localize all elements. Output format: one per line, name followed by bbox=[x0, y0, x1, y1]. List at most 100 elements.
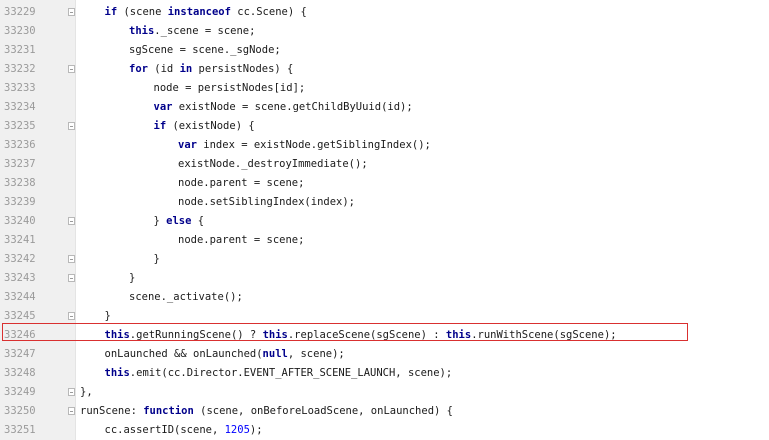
code-line[interactable]: 33238 node.parent = scene; bbox=[0, 174, 769, 193]
code-line[interactable]: 33234 var existNode = scene.getChildByUui… bbox=[0, 98, 769, 117]
code-text: cc.assertID(scene, 1205); bbox=[105, 421, 263, 440]
code-line[interactable]: 33244 scene._activate(); bbox=[0, 288, 769, 307]
code-line[interactable]: 33243} bbox=[0, 269, 769, 288]
code-line[interactable]: 33246 this.getRunningScene() ? this.repla… bbox=[0, 326, 769, 345]
fold-marker-icon[interactable] bbox=[68, 388, 75, 396]
code-token: (id bbox=[147, 63, 180, 75]
keyword-token: this bbox=[262, 329, 288, 341]
code-token: scene._activate(); bbox=[129, 291, 243, 303]
line-number: 33249 bbox=[4, 386, 36, 398]
keyword-token: this bbox=[445, 329, 472, 341]
code-text: this._scene = scene; bbox=[129, 22, 255, 41]
line-number: 33235 bbox=[4, 120, 36, 132]
code-line[interactable]: 33231 sgScene = scene._sgNode; bbox=[0, 41, 769, 60]
code-text: } bbox=[129, 269, 135, 288]
keyword-token: var bbox=[153, 101, 173, 113]
keyword-token: this bbox=[129, 25, 155, 37]
code-line[interactable]: 33249}, bbox=[0, 383, 769, 402]
code-text: onLaunched && onLaunched(null, scene); bbox=[105, 345, 345, 364]
code-token: (scene bbox=[117, 6, 168, 18]
keyword-token: this bbox=[104, 367, 130, 379]
code-token: } bbox=[153, 253, 160, 265]
code-line[interactable]: 33240 } else { bbox=[0, 212, 769, 231]
fold-marker-icon[interactable] bbox=[68, 274, 75, 282]
code-line[interactable]: 33232 for (id in persistNodes) { bbox=[0, 60, 769, 79]
line-number: 33240 bbox=[4, 215, 36, 227]
keyword-token: null bbox=[262, 348, 288, 360]
code-token: } bbox=[129, 272, 136, 284]
fold-marker-icon[interactable] bbox=[68, 8, 75, 16]
line-number: 33243 bbox=[4, 272, 36, 284]
code-text: node.setSiblingIndex(index); bbox=[178, 193, 355, 212]
line-number: 33229 bbox=[4, 6, 36, 18]
line-number: 33231 bbox=[4, 44, 36, 56]
code-token: node.parent = scene; bbox=[178, 234, 305, 246]
code-token: .emit(cc.Director.EVENT_AFTER_SCENE_LAUN… bbox=[129, 367, 453, 379]
code-line[interactable]: 33239 node.setSiblingIndex(index); bbox=[0, 193, 769, 212]
code-text: runScene: function (scene, onBeforeLoadS… bbox=[80, 402, 453, 421]
code-text: this.getRunningScene() ? this.replaceSce… bbox=[105, 326, 617, 345]
line-number: 33232 bbox=[4, 63, 36, 75]
keyword-token: for bbox=[129, 63, 148, 75]
line-number: 33239 bbox=[4, 196, 36, 208]
code-token: node.parent = scene; bbox=[178, 177, 305, 189]
code-text: var index = existNode.getSiblingIndex(); bbox=[178, 136, 431, 155]
code-token: node = persistNodes[id]; bbox=[153, 82, 306, 94]
line-number: 33244 bbox=[4, 291, 36, 303]
code-line[interactable]: 33236 var index = existNode.getSiblingInd… bbox=[0, 136, 769, 155]
code-token: }, bbox=[80, 386, 93, 398]
number-token: 1205 bbox=[224, 424, 250, 436]
keyword-token: this bbox=[104, 329, 130, 341]
code-text: if (scene instanceof cc.Scene) { bbox=[105, 3, 307, 22]
code-text: }, bbox=[80, 383, 93, 402]
code-line[interactable]: 33242} bbox=[0, 250, 769, 269]
keyword-token: else bbox=[166, 215, 192, 227]
code-token: index = existNode.getSiblingIndex(); bbox=[196, 139, 431, 151]
code-line[interactable]: 33248 this.emit(cc.Director.EVENT_AFTER_S… bbox=[0, 364, 769, 383]
line-number: 33234 bbox=[4, 101, 36, 113]
line-number: 33246 bbox=[4, 329, 36, 341]
line-number: 33241 bbox=[4, 234, 36, 246]
fold-marker-icon[interactable] bbox=[68, 217, 75, 225]
code-line[interactable]: 33247 onLaunched && onLaunched(null, scen… bbox=[0, 345, 769, 364]
keyword-token: function bbox=[143, 405, 194, 417]
line-number: 33250 bbox=[4, 405, 36, 417]
code-token: existNode._destroyImmediate(); bbox=[178, 158, 368, 170]
code-line[interactable]: 33241 node.parent = scene; bbox=[0, 231, 769, 250]
fold-marker-icon[interactable] bbox=[68, 255, 75, 263]
code-token: } bbox=[153, 215, 167, 227]
code-token: (scene, onBeforeLoadScene, onLaunched) { bbox=[193, 405, 453, 417]
code-line[interactable]: 33237 existNode._destroyImmediate(); bbox=[0, 155, 769, 174]
fold-marker-icon[interactable] bbox=[68, 312, 75, 320]
fold-marker-icon[interactable] bbox=[68, 122, 75, 130]
line-number: 33247 bbox=[4, 348, 36, 360]
code-text: this.emit(cc.Director.EVENT_AFTER_SCENE_… bbox=[105, 364, 453, 383]
code-token: } bbox=[104, 310, 111, 322]
code-token: existNode = scene.getChildByUuid(id); bbox=[172, 101, 413, 113]
code-text: var existNode = scene.getChildByUuid(id)… bbox=[154, 98, 413, 117]
code-line[interactable]: 33235 if (existNode) { bbox=[0, 117, 769, 136]
code-editor[interactable]: 33229 if (scene instanceof cc.Scene) {332… bbox=[0, 0, 769, 440]
code-line[interactable]: 33251 cc.assertID(scene, 1205); bbox=[0, 421, 769, 440]
code-line[interactable]: 33233 node = persistNodes[id]; bbox=[0, 79, 769, 98]
code-text: } else { bbox=[154, 212, 205, 231]
code-token: ); bbox=[249, 424, 263, 436]
code-token: (existNode) { bbox=[166, 120, 255, 132]
code-text: } bbox=[105, 307, 111, 326]
fold-marker-icon[interactable] bbox=[68, 407, 75, 415]
code-line[interactable]: 33250 runScene: function (scene, onBefore… bbox=[0, 402, 769, 421]
code-token: .runWithScene(sgScene); bbox=[471, 329, 617, 341]
code-line[interactable]: 33230 this._scene = scene; bbox=[0, 22, 769, 41]
code-token: runScene: bbox=[80, 405, 144, 417]
code-line[interactable]: 33229 if (scene instanceof cc.Scene) { bbox=[0, 3, 769, 22]
code-line[interactable]: 33245} bbox=[0, 307, 769, 326]
line-number: 33242 bbox=[4, 253, 36, 265]
line-number: 33245 bbox=[4, 310, 36, 322]
keyword-token: if bbox=[153, 120, 167, 132]
keyword-token: in bbox=[179, 63, 193, 75]
fold-marker-icon[interactable] bbox=[68, 65, 75, 73]
code-token: cc.assertID(scene, bbox=[104, 424, 225, 436]
code-token: persistNodes) { bbox=[192, 63, 294, 75]
code-token: .replaceScene(sgScene) : bbox=[287, 329, 446, 341]
code-token: cc.Scene) { bbox=[230, 6, 307, 18]
